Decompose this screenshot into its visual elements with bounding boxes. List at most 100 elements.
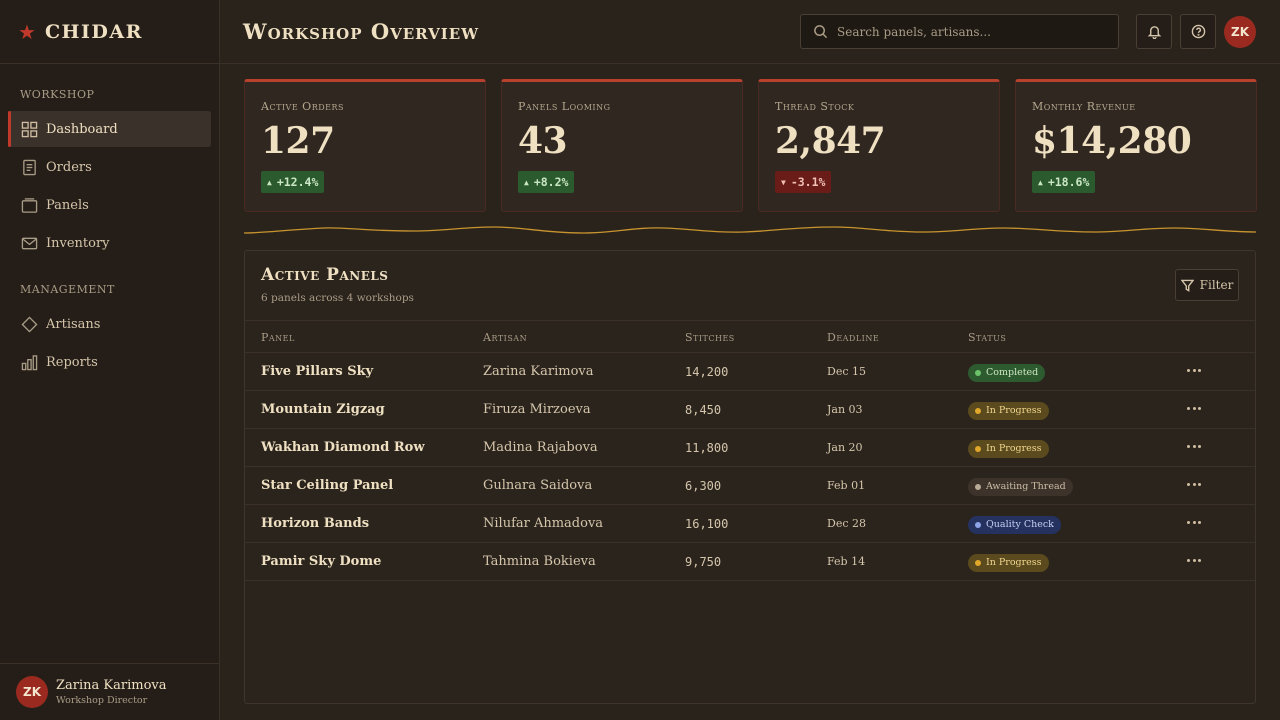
status-dot-icon [975, 407, 981, 414]
filter-icon [1180, 279, 1194, 292]
sidebar-item-label: Orders [46, 159, 92, 175]
status-dot-icon [975, 445, 981, 452]
status-cell: Quality Check [968, 515, 1061, 534]
header-avatar[interactable]: ZK [1224, 16, 1256, 48]
more-options-icon[interactable] [1187, 517, 1201, 527]
artisan-name: Zarina Karimova [483, 364, 594, 379]
sidebar-item-label: Inventory [46, 235, 110, 251]
stat-label: Monthly Revenue [1032, 100, 1136, 113]
table-row[interactable]: Mountain Zigzag Firuza Mirzoeva 8,450 Jan 0… [245, 391, 1255, 429]
arrow-up-icon: ▲ [524, 177, 529, 187]
table-row[interactable]: Star Ceiling Panel Gulnara Saidova 6,300 Fe… [245, 467, 1255, 505]
stat-card-thread-stock: Thread Stock 2,847 ▼ -3.1% [758, 79, 1000, 212]
arrow-up-icon: ▲ [267, 177, 272, 187]
stat-delta: ▲ +18.6% [1032, 171, 1096, 193]
panel-name[interactable]: Mountain Zigzag [261, 391, 385, 429]
artisan-name: Firuza Mirzoeva [483, 402, 591, 417]
table-row[interactable]: Five Pillars Sky Zarina Karimova 14,200 Dec… [245, 353, 1255, 391]
status-cell: Completed [968, 363, 1046, 382]
brand[interactable]: ★ CHIDAR [0, 0, 219, 64]
panel-title: Active Panels [261, 265, 389, 285]
stat-delta-value: +18.6% [1047, 175, 1090, 189]
user-meta: Zarina Karimova Workshop Director [56, 678, 167, 706]
sidebar-item-inventory[interactable]: Inventory [8, 225, 211, 261]
mail-icon [20, 234, 38, 252]
help-button[interactable] [1180, 14, 1216, 49]
stat-card-panels-looming: Panels Looming 43 ▲ +8.2% [501, 79, 743, 212]
sidebar-item-reports[interactable]: Reports [8, 344, 211, 380]
status-badge: Quality Check [968, 515, 1061, 534]
status-badge: Completed [968, 363, 1046, 382]
table-row[interactable]: Horizon Bands Nilufar Ahmadova 16,100 Dec 2… [245, 505, 1255, 543]
column-header-artisan[interactable]: Artisan [483, 321, 527, 354]
deadline: Dec 15 [827, 365, 866, 378]
stat-card-monthly-revenue: Monthly Revenue $14,280 ▲ +18.6% [1015, 79, 1257, 212]
bar-chart-icon [20, 353, 38, 371]
column-header-status[interactable]: Status [968, 321, 1006, 354]
stitch-count: 16,100 [685, 517, 729, 531]
panel-name[interactable]: Wakhan Diamond Row [261, 429, 425, 467]
table-row[interactable]: Wakhan Diamond Row Madina Rajabova 11,800 J… [245, 429, 1255, 467]
brand-name: CHIDAR [44, 20, 143, 43]
sidebar: ★ CHIDAR WORKSHOP Dashboard Orders Panel… [0, 0, 220, 720]
more-options-icon[interactable] [1187, 479, 1201, 489]
more-options-icon[interactable] [1187, 441, 1201, 451]
stat-delta-value: -3.1% [790, 175, 826, 189]
stitch-count: 14,200 [685, 365, 729, 379]
status-dot-icon [975, 521, 981, 528]
sidebar-item-label: Artisans [46, 316, 101, 332]
search-box[interactable] [800, 14, 1119, 49]
stat-delta-value: +12.4% [276, 175, 319, 189]
more-options-icon[interactable] [1187, 403, 1201, 413]
stitch-count: 8,450 [685, 403, 722, 417]
artisan-name: Madina Rajabova [483, 440, 598, 455]
deadline: Dec 28 [827, 517, 866, 530]
status-cell: Awaiting Thread [968, 477, 1073, 496]
nav-section-management: MANAGEMENT Artisans Reports [0, 263, 219, 380]
sidebar-item-orders[interactable]: Orders [8, 149, 211, 185]
deadline: Feb 14 [827, 555, 866, 568]
wave-divider [244, 226, 1256, 234]
status-label: Awaiting Thread [986, 480, 1066, 492]
column-header-deadline[interactable]: Deadline [827, 321, 879, 354]
user-role: Workshop Director [56, 695, 148, 706]
more-options-icon[interactable] [1187, 365, 1201, 375]
sidebar-item-label: Reports [46, 354, 98, 370]
user-profile[interactable]: ZK Zarina Karimova Workshop Director [0, 663, 220, 720]
status-badge: In Progress [968, 401, 1049, 420]
panel-name[interactable]: Five Pillars Sky [261, 353, 373, 391]
search-input[interactable] [837, 24, 1097, 39]
panel-name[interactable]: Star Ceiling Panel [261, 467, 393, 505]
stat-value: 43 [518, 120, 568, 162]
status-dot-icon [975, 559, 981, 566]
stitch-count: 11,800 [685, 441, 729, 455]
avatar: ZK [16, 676, 48, 708]
notifications-button[interactable] [1136, 14, 1172, 49]
filter-button[interactable]: Filter [1175, 269, 1239, 301]
sidebar-item-dashboard[interactable]: Dashboard [8, 111, 211, 147]
user-name: Zarina Karimova [56, 678, 167, 693]
status-label: Completed [986, 366, 1039, 378]
column-header-panel[interactable]: Panel [261, 321, 295, 354]
star-icon: ★ [18, 19, 36, 44]
status-label: In Progress [986, 556, 1042, 568]
deadline: Feb 01 [827, 479, 866, 492]
panel-name[interactable]: Pamir Sky Dome [261, 543, 381, 581]
deadline: Jan 03 [827, 403, 863, 416]
arrow-up-icon: ▲ [1038, 177, 1043, 187]
more-options-icon[interactable] [1187, 555, 1201, 565]
stat-delta-value: +8.2% [533, 175, 569, 189]
table-header: Panel Artisan Stitches Deadline Status [245, 320, 1255, 353]
stat-value: $14,280 [1032, 120, 1192, 162]
sidebar-item-artisans[interactable]: Artisans [8, 306, 211, 342]
column-header-stitches[interactable]: Stitches [685, 321, 735, 354]
status-cell: In Progress [968, 553, 1049, 572]
header: Workshop Overview ZK [220, 0, 1280, 64]
table-row[interactable]: Pamir Sky Dome Tahmina Bokieva 9,750 Feb 14… [245, 543, 1255, 581]
status-badge: Awaiting Thread [968, 477, 1073, 496]
status-dot-icon [975, 483, 981, 490]
status-badge: In Progress [968, 553, 1049, 572]
panel-name[interactable]: Horizon Bands [261, 505, 369, 543]
sidebar-item-panels[interactable]: Panels [8, 187, 211, 223]
deadline: Jan 20 [827, 441, 863, 454]
